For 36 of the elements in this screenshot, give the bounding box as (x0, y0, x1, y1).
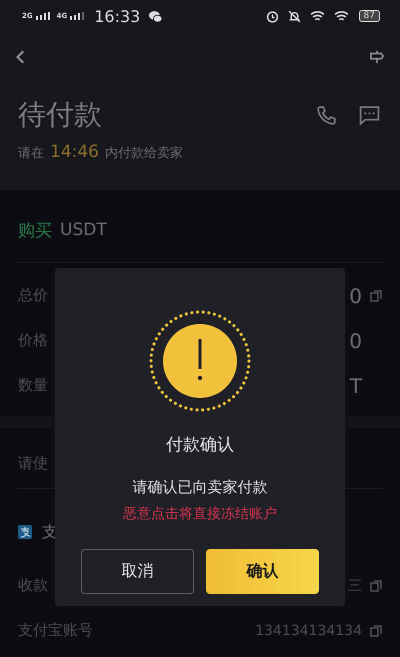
countdown-label: 请在 (18, 145, 44, 162)
trade-side: 购买 (18, 220, 52, 242)
field-label: 数量 (18, 376, 48, 395)
field-label: 收款 (18, 576, 48, 595)
signal-icon (36, 12, 50, 20)
field-value: 0 (349, 328, 362, 352)
countdown-timer: 14:46 (50, 142, 99, 162)
warning-icon (148, 309, 252, 413)
status-time: 16:33 (94, 6, 140, 26)
battery-level: 87 (358, 10, 380, 22)
copy-icon[interactable] (370, 580, 382, 592)
field-label: 总价 (18, 286, 48, 305)
chat-bubbles-icon (149, 10, 162, 22)
cancel-button[interactable]: 取消 (81, 549, 194, 594)
signal-icon (70, 12, 84, 20)
wifi-icon (334, 10, 349, 22)
asset-name: USDT (60, 220, 107, 240)
bell-off-icon (288, 10, 301, 22)
countdown-label: 内付款给卖家 (105, 145, 183, 162)
field-label: 支付宝账号 (18, 621, 93, 640)
alarm-icon (266, 10, 279, 22)
payment-app-icon (18, 525, 32, 539)
page-title: 待付款 (18, 97, 103, 133)
signpost-icon[interactable] (370, 49, 384, 65)
field-value: 三 (348, 576, 362, 594)
warning-text: 恶意点击将直接冻结账户 (123, 505, 277, 523)
message-icon[interactable] (359, 104, 380, 126)
field-value: 0 (349, 284, 362, 308)
field-value: 134134134134 (255, 622, 362, 638)
field-value: T (350, 374, 362, 398)
phone-icon[interactable] (316, 104, 337, 126)
field-label: 价格 (18, 331, 48, 350)
wifi-icon (310, 10, 325, 22)
copy-icon[interactable] (370, 624, 382, 636)
copy-icon[interactable] (370, 290, 382, 302)
confirm-button[interactable]: 确认 (206, 549, 319, 594)
